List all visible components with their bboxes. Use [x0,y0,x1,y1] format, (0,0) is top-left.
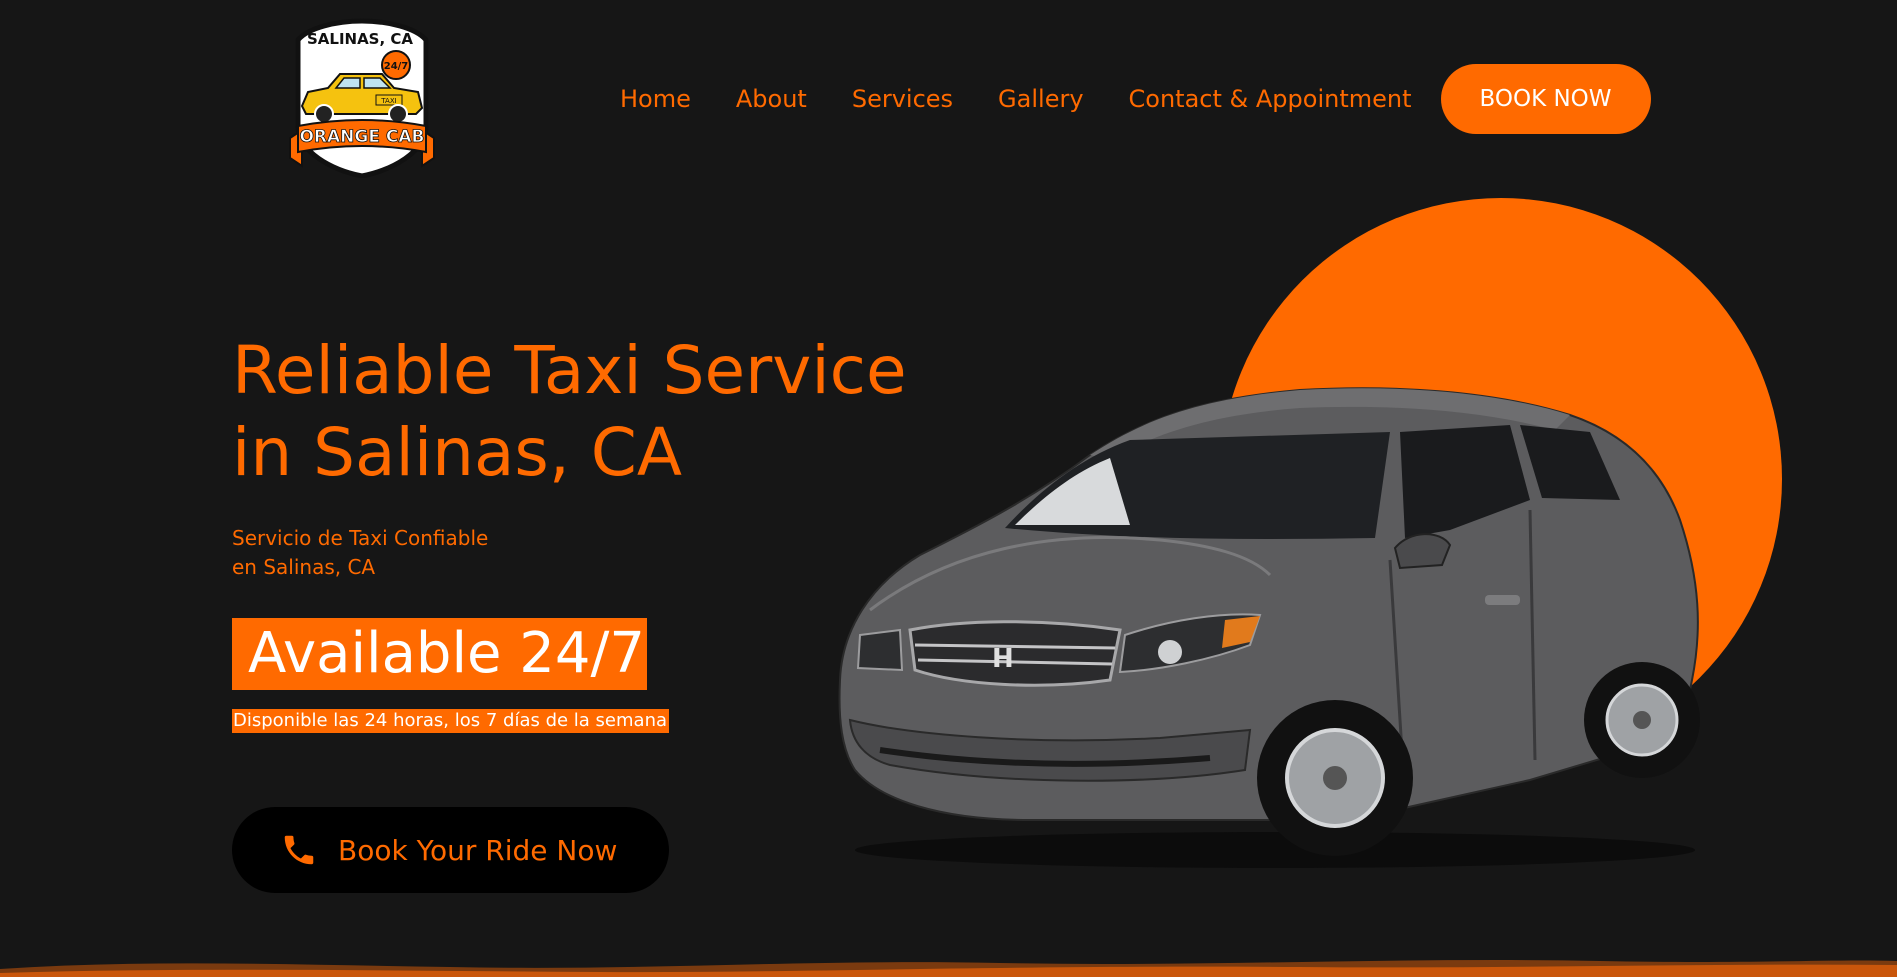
nav-gallery[interactable]: Gallery [998,85,1083,113]
nav-home[interactable]: Home [620,85,691,113]
book-your-ride-label: Book Your Ride Now [338,833,618,867]
nav-contact-appointment[interactable]: Contact & Appointment [1129,85,1412,113]
svg-text:H: H [992,644,1014,674]
nav-about[interactable]: About [736,85,807,113]
hero-subtitle: Servicio de Taxi Confiable en Salinas, C… [232,524,488,582]
available-24-7-badge: Available 24/7 [232,618,648,690]
main-nav: Home About Services Gallery Contact & Ap… [620,64,1651,134]
book-now-button[interactable]: BOOK NOW [1440,64,1651,134]
book-your-ride-button[interactable]: Book Your Ride Now [232,807,669,893]
svg-text:24/7: 24/7 [384,61,409,72]
hero-subtitle-line2: en Salinas, CA [232,555,376,579]
svg-text:SALINAS, CA: SALINAS, CA [307,30,413,48]
svg-text:ORANGE CAB: ORANGE CAB [299,127,424,147]
orange-cab-logo[interactable]: SALINAS, CA 24/7 TAXI ORANGE CAB [288,18,436,179]
minivan-image: H [838,387,1700,868]
bottom-wave-decoration [0,960,1897,977]
svg-text:TAXI: TAXI [380,97,396,105]
hero-subtitle-line1: Servicio de Taxi Confiable [232,526,489,550]
disponible-badge: Disponible las 24 horas, los 7 días de l… [232,709,670,733]
phone-icon [284,835,314,865]
hero-title-line2: in Salinas, CA [232,414,683,491]
hero-title: Reliable Taxi Service in Salinas, CA [232,330,907,494]
hero-title-line1: Reliable Taxi Service [232,332,907,409]
nav-services[interactable]: Services [852,85,953,113]
